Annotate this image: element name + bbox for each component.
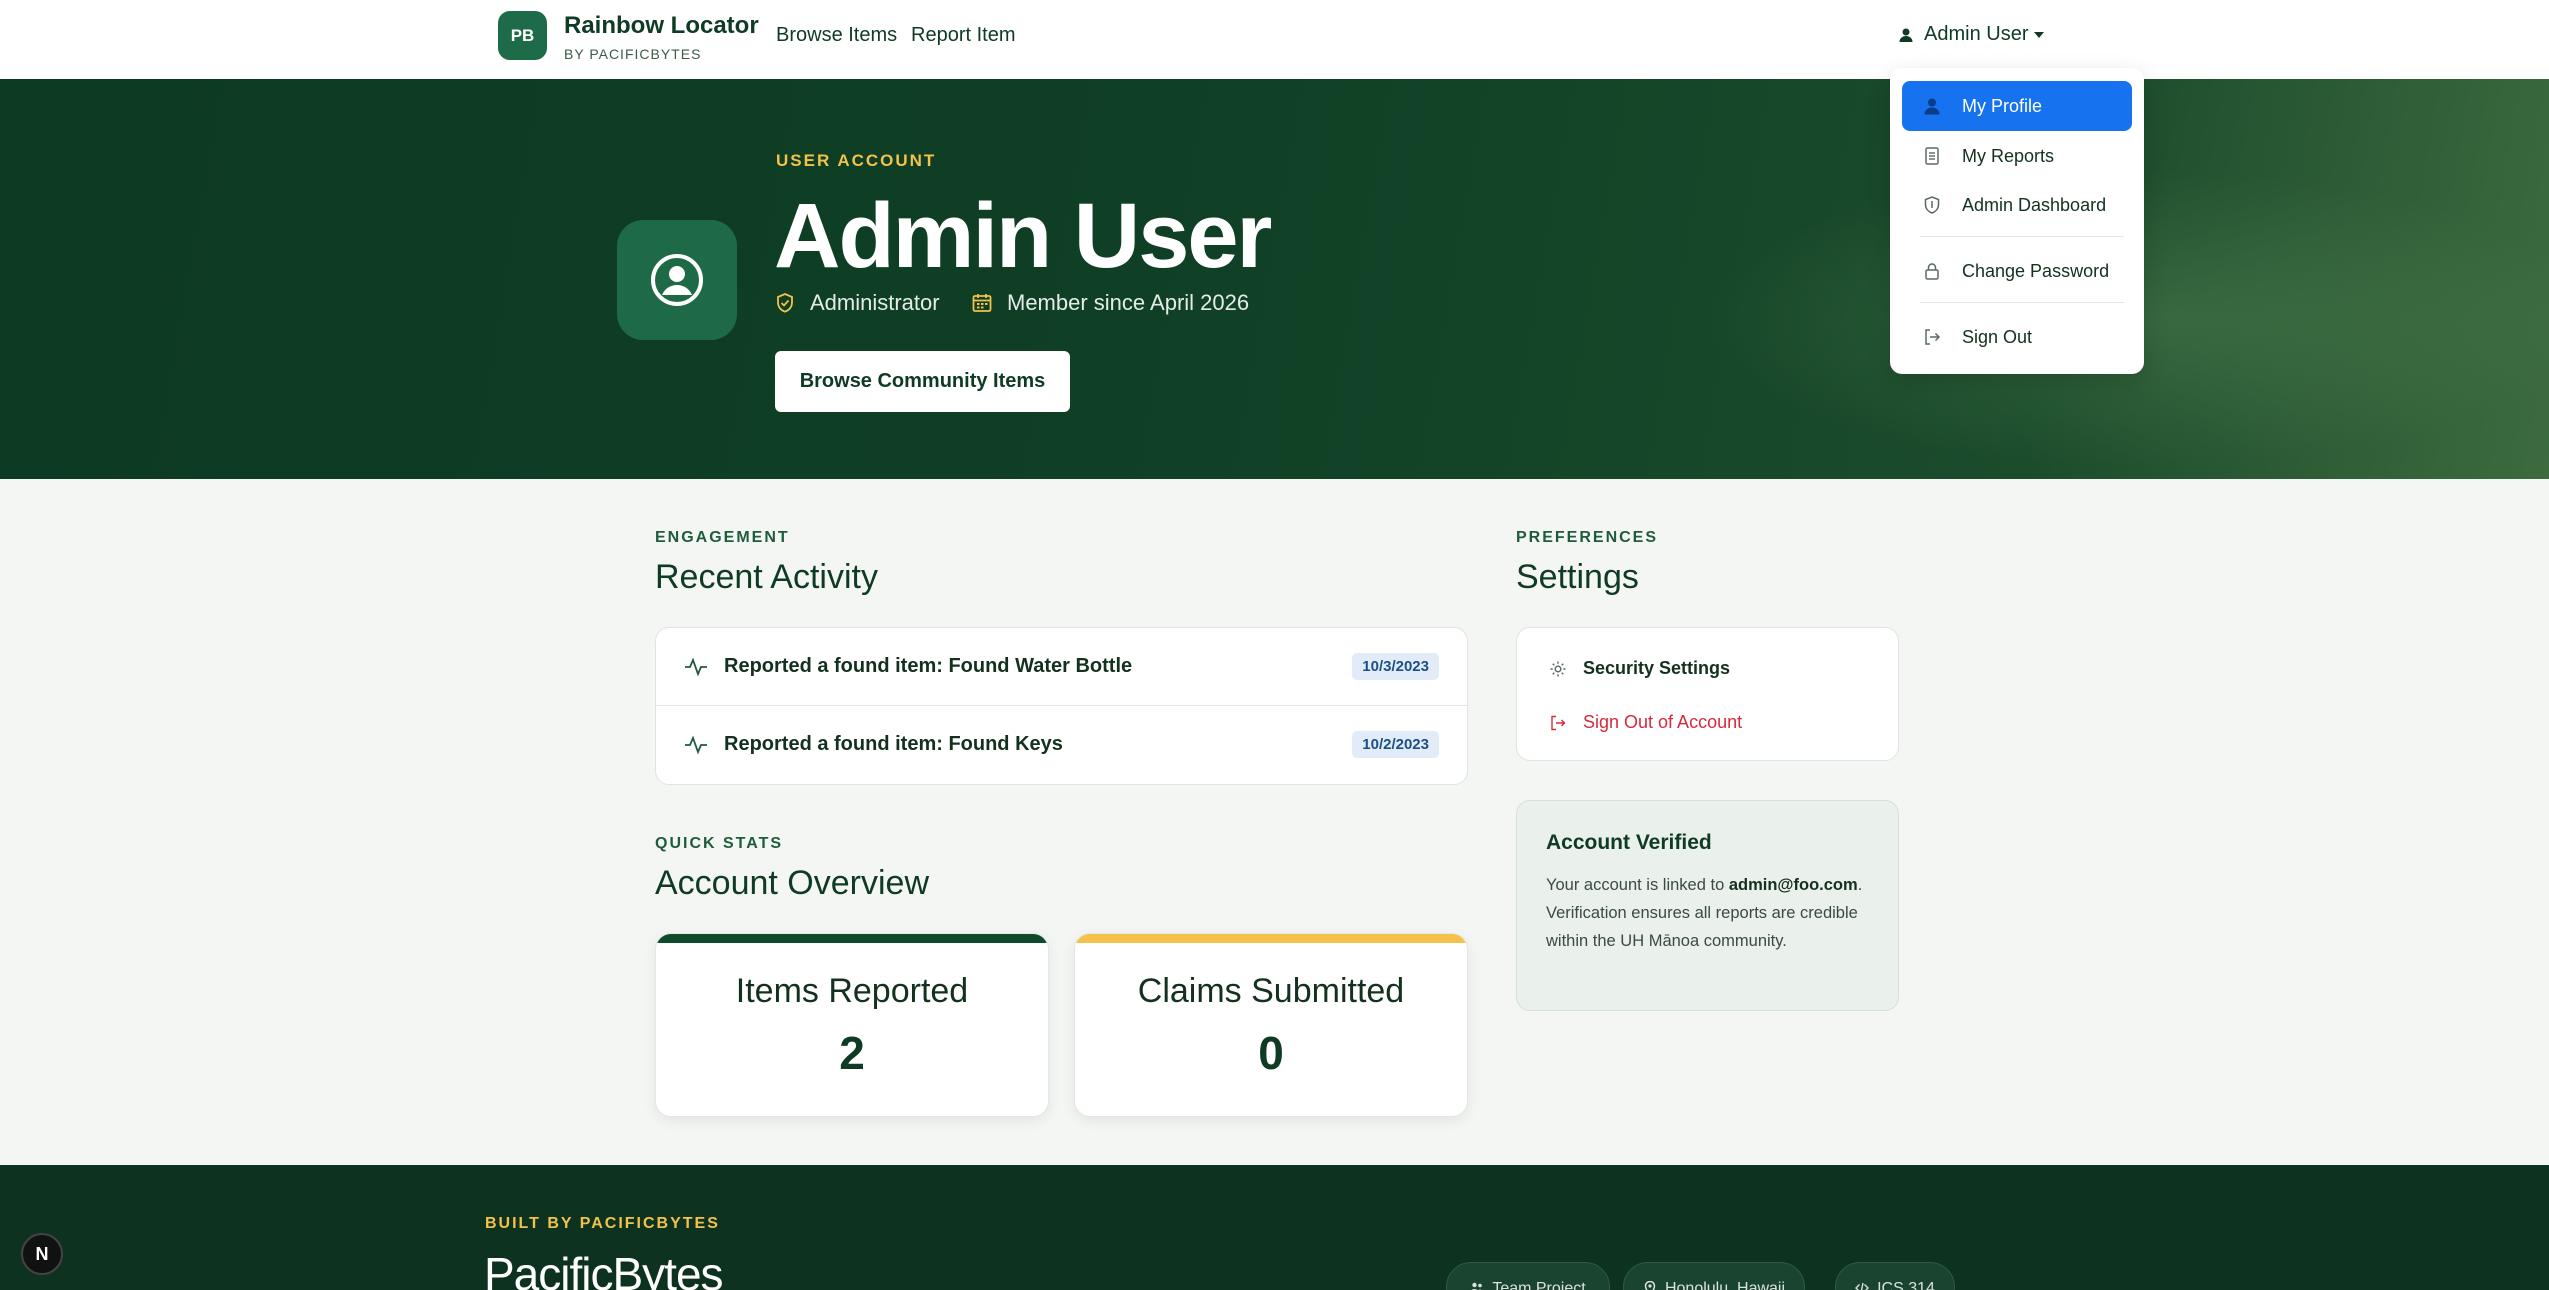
menu-item-label: Admin Dashboard: [1962, 194, 2107, 215]
brand-subtitle: BY PACIFICBYTES: [564, 46, 702, 62]
card-accent-bar: [1075, 934, 1467, 943]
avatar: [617, 220, 737, 340]
location-pill: Honolulu, Hawaii: [1623, 1262, 1805, 1290]
navbar: PB Rainbow Locator BY PACIFICBYTES Brows…: [0, 0, 2549, 79]
member-since-label: Member since April 2026: [1007, 290, 1250, 315]
nav-browse-items[interactable]: Browse Items: [776, 24, 897, 47]
stat-label: Claims Submitted: [1137, 972, 1405, 1010]
menu-item-label: My Profile: [1962, 95, 2043, 116]
sign-out-icon: [1551, 715, 1566, 730]
menu-item-my-profile[interactable]: My Profile: [1902, 81, 2132, 131]
gear-icon: [1550, 661, 1566, 676]
profile-hero: USER ACCOUNT Admin User Administrator Me…: [0, 79, 2549, 479]
dev-tools-badge[interactable]: N: [21, 1233, 63, 1275]
footer-title: PacificBytes: [484, 1248, 724, 1290]
menu-item-my-reports[interactable]: My Reports: [1902, 131, 2132, 181]
activity-eyebrow: ENGAGEMENT: [655, 529, 790, 546]
stats-eyebrow: QUICK STATS: [655, 835, 784, 852]
menu-divider: [1920, 236, 2124, 237]
footer-eyebrow: BUILT BY PACIFICBYTES: [485, 1215, 720, 1232]
activity-text: Reported a found item: Found Water Bottl…: [724, 655, 1133, 677]
claims-submitted-card: Claims Submitted 0: [1074, 933, 1468, 1117]
verified-description: Your account is linked to admin@foo.com.…: [1546, 871, 1886, 955]
activity-icon: [685, 735, 707, 755]
user-role: Administrator: [774, 290, 940, 316]
menu-item-admin-dashboard[interactable]: Admin Dashboard: [1902, 180, 2132, 230]
items-reported-card: Items Reported 2: [655, 933, 1049, 1117]
sign-out-label: Sign Out of Account: [1583, 712, 1743, 732]
document-icon: [1925, 147, 1939, 165]
person-icon: [1899, 28, 1913, 42]
menu-item-change-password[interactable]: Change Password: [1902, 246, 2132, 296]
page-title: Admin User: [774, 185, 1272, 287]
settings-title: Settings: [1516, 558, 1639, 596]
stat-value: 2: [839, 1027, 865, 1079]
pill-label: Team Project: [1492, 1280, 1586, 1290]
stat-label: Items Reported: [735, 972, 969, 1010]
pill-label: Honolulu, Hawaii: [1664, 1280, 1786, 1290]
activity-text: Reported a found item: Found Keys: [724, 733, 1063, 755]
caret-down-icon: [2034, 31, 2045, 38]
brand-name[interactable]: Rainbow Locator: [564, 12, 759, 40]
verified-email: admin@foo.com: [1728, 876, 1858, 894]
shield-icon: [1924, 196, 1940, 214]
calendar-icon: [972, 294, 992, 312]
security-settings-label: Security Settings: [1583, 658, 1731, 678]
code-icon: [1855, 1282, 1870, 1290]
course-pill: ICS 314: [1835, 1262, 1955, 1290]
activity-list: Reported a found item: Found Water Bottl…: [655, 627, 1468, 785]
menu-divider: [1920, 302, 2124, 303]
security-settings-link[interactable]: Security Settings: [1549, 658, 1730, 679]
verified-text: Your account is linked to: [1546, 876, 1729, 894]
card-accent-bar: [656, 934, 1048, 943]
settings-card: Security Settings Sign Out of Account: [1516, 627, 1899, 761]
activity-date-badge: 10/3/2023: [1352, 653, 1439, 680]
activity-item: Reported a found item: Found Keys 10/2/2…: [656, 706, 1467, 784]
menu-item-label: Sign Out: [1962, 326, 2033, 347]
activity-icon: [685, 657, 707, 677]
sign-out-of-account-link[interactable]: Sign Out of Account: [1549, 712, 1742, 733]
account-verified-card: Account Verified Your account is linked …: [1516, 800, 1899, 1011]
lock-icon: [1925, 263, 1939, 280]
user-role-label: Administrator: [810, 290, 940, 315]
hero-eyebrow: USER ACCOUNT: [776, 151, 937, 170]
menu-item-label: Change Password: [1962, 260, 2110, 281]
map-pin-icon: [1644, 1281, 1656, 1290]
nav-report-item[interactable]: Report Item: [911, 24, 1015, 47]
user-circle-icon: [651, 254, 703, 306]
shield-check-icon: [777, 293, 793, 313]
pill-label: ICS 314: [1877, 1280, 1935, 1290]
person-icon: [1924, 98, 1940, 115]
activity-item: Reported a found item: Found Water Bottl…: [656, 628, 1467, 706]
stat-value: 0: [1258, 1027, 1284, 1079]
user-dropdown-menu: My Profile My Reports Admin Dashboard Ch…: [1890, 68, 2144, 374]
activity-date-badge: 10/2/2023: [1352, 731, 1439, 758]
menu-item-label: My Reports: [1962, 145, 2055, 166]
stats-title: Account Overview: [655, 864, 929, 902]
settings-eyebrow: PREFERENCES: [1516, 529, 1659, 546]
sign-out-icon: [1925, 329, 1941, 345]
user-menu-toggle[interactable]: Admin User: [1898, 23, 2045, 46]
brand-logo[interactable]: PB: [498, 11, 547, 60]
people-icon: [1472, 1282, 1483, 1290]
member-since: Member since April 2026: [971, 290, 1249, 316]
footer: BUILT BY PACIFICBYTES PacificBytes Team …: [0, 1165, 2549, 1290]
menu-item-sign-out[interactable]: Sign Out: [1902, 312, 2132, 362]
verified-title: Account Verified: [1546, 831, 1712, 854]
activity-title: Recent Activity: [655, 558, 878, 596]
team-project-pill: Team Project: [1446, 1262, 1610, 1290]
browse-community-items-button[interactable]: Browse Community Items: [775, 351, 1070, 412]
user-menu-label: Admin User: [1924, 23, 2029, 45]
